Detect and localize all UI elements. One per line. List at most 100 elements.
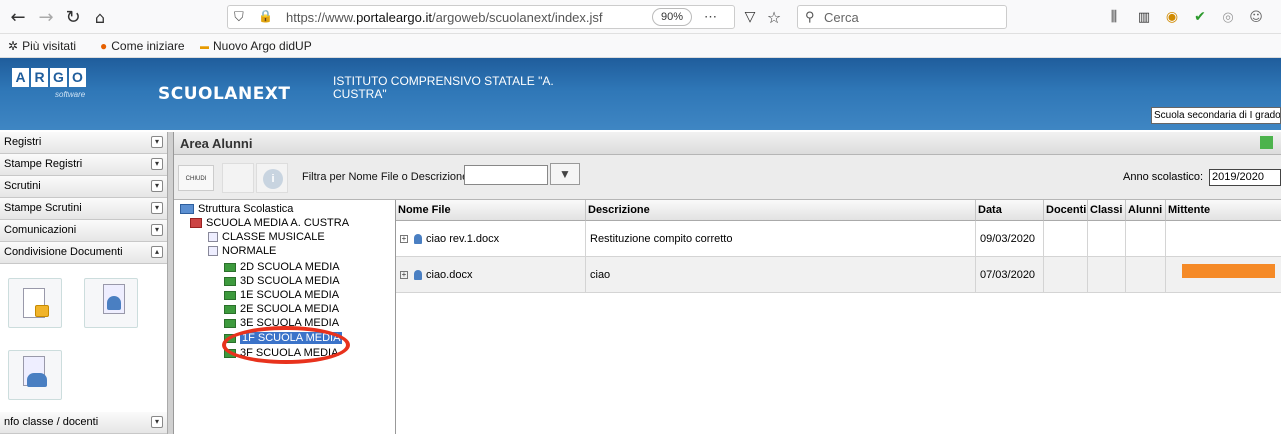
sidebar-item-registri[interactable]: Registri ▾ [0, 132, 167, 154]
highlight-circle [222, 326, 350, 364]
url-bar[interactable]: ⛉ 🔒 https://www.portaleargo.it/argoweb/s… [227, 5, 735, 29]
search-placeholder: Cerca [824, 10, 859, 25]
close-button[interactable]: CHIUDI [178, 165, 214, 191]
row-alunni [1126, 221, 1166, 257]
bookmark-piu-visitati[interactable]: ✲ Più visitati [8, 39, 76, 53]
addon-icon[interactable]: ◎ [1217, 5, 1239, 29]
tree-group-normale[interactable]: NORMALE [208, 245, 276, 257]
row-docenti [1044, 257, 1088, 293]
sender-redacted-bar [1182, 264, 1275, 278]
bookmark-come-iniziare[interactable]: ● Come iniziare [100, 39, 185, 53]
zoom-badge[interactable]: 90% [652, 8, 692, 26]
user-icon [414, 234, 422, 245]
sidebar-item-stampe-scrutini[interactable]: Stampe Scrutini ▾ [0, 198, 167, 220]
sidebar-item-scrutini[interactable]: Scrutini ▾ [0, 176, 167, 198]
class-documents-button[interactable] [8, 350, 62, 400]
user-icon [107, 296, 121, 310]
tree-root[interactable]: Struttura Scolastica [180, 203, 293, 215]
chevron-up-icon: ▴ [151, 246, 163, 258]
chevron-down-icon: ▾ [151, 202, 163, 214]
chevron-down-icon: ▾ [151, 416, 163, 428]
sidebar-item-comunicazioni[interactable]: Comunicazioni ▾ [0, 220, 167, 242]
row-alunni [1126, 257, 1166, 293]
filter-icon: ▼ [559, 167, 571, 181]
anno-select[interactable]: 2019/2020 [1209, 169, 1281, 186]
chevron-down-icon: ▾ [151, 136, 163, 148]
account-icon[interactable]: ☺ [1245, 5, 1267, 29]
home-button[interactable]: ⌂ [88, 5, 112, 29]
firefox-icon: ● [100, 39, 108, 53]
forward-button[interactable]: → [36, 5, 56, 29]
extension-icon[interactable]: ◉ [1161, 5, 1183, 29]
lock-icon [35, 305, 49, 317]
structure-icon [180, 204, 194, 214]
tree-school[interactable]: SCUOLA MEDIA A. CUSTRA [190, 217, 349, 229]
row-description: ciao [586, 257, 976, 293]
row-description: Restituzione compito corretto [586, 221, 976, 257]
tree-class-2e[interactable]: 2E SCUOLA MEDIA [224, 303, 339, 315]
lock-icon: 🔒 [258, 9, 273, 23]
tree-class-1e[interactable]: 1E SCUOLA MEDIA [224, 289, 339, 301]
row-mittente [1166, 221, 1281, 257]
class-icon [224, 290, 236, 300]
bookmarks-bar: ✲ Più visitati ● Come iniziare ▬ Nuovo Argo… [0, 34, 1281, 58]
sidebar-icon[interactable]: ▥ [1133, 5, 1155, 29]
pocket-icon[interactable]: ▽ [740, 5, 760, 29]
col-classi[interactable]: Classi [1088, 200, 1126, 221]
filter-button[interactable]: ▼ [550, 163, 580, 185]
group-icon [208, 232, 218, 242]
tree-class-2d[interactable]: 2D SCUOLA MEDIA [224, 261, 340, 273]
maximize-icon[interactable] [1260, 136, 1273, 149]
filter-input[interactable] [464, 165, 548, 185]
reload-button[interactable]: ↻ [62, 5, 84, 29]
anno-label: Anno scolastico: [1123, 171, 1204, 183]
library-icon[interactable]: ⫼ [1103, 5, 1125, 29]
back-button[interactable]: ← [6, 5, 30, 29]
gear-icon: ✲ [8, 39, 19, 53]
bookmark-nuovo-argo[interactable]: ▬ Nuovo Argo didUP [200, 39, 312, 53]
sidebar-item-condivisione-documenti[interactable]: Condivisione Documenti ▴ [0, 242, 167, 264]
more-icon[interactable]: ⋯ [704, 9, 717, 25]
table-row[interactable]: + ciao.docx [396, 257, 586, 293]
chevron-down-icon: ▾ [151, 180, 163, 192]
table-row[interactable]: + ciao rev.1.docx [396, 221, 586, 257]
chevron-down-icon: ▾ [151, 224, 163, 236]
col-descrizione[interactable]: Descrizione [586, 200, 976, 221]
sidebar-item-info-classe[interactable]: nfo classe / docenti ▾ [0, 412, 167, 434]
row-classi [1088, 257, 1126, 293]
browser-toolbar: ← → ↻ ⌂ ⛉ 🔒 https://www.portaleargo.it/a… [0, 0, 1281, 34]
col-docenti[interactable]: Docenti [1044, 200, 1088, 221]
sidebar-item-stampe-registri[interactable]: Stampe Registri ▾ [0, 154, 167, 176]
row-date: 09/03/2020 [976, 221, 1044, 257]
col-mittente[interactable]: Mittente [1166, 200, 1281, 221]
app-header: A R G O software SCUOLANEXT ISTITUTO COM… [0, 58, 1281, 130]
locked-documents-button[interactable] [8, 278, 62, 328]
users-icon [27, 373, 47, 387]
argo-logo: A R G O [12, 68, 86, 87]
check-extension-icon[interactable]: ✔ [1189, 5, 1211, 29]
tree-group-musicale[interactable]: CLASSE MUSICALE [208, 231, 325, 243]
tree-class-3d[interactable]: 3D SCUOLA MEDIA [224, 275, 340, 287]
filter-label: Filtra per Nome File o Descrizione: [302, 171, 472, 183]
expand-icon[interactable]: + [400, 271, 408, 280]
row-classi [1088, 221, 1126, 257]
school-type-select[interactable]: Scuola secondaria di I grado [1151, 107, 1281, 124]
school-name: ISTITUTO COMPRENSIVO STATALE "A. CUSTRA" [333, 74, 554, 101]
shield-icon: ⛉ [234, 9, 244, 24]
documents-table: Nome File Descrizione Data Docenti Class… [396, 200, 1281, 434]
group-icon [208, 246, 218, 256]
search-icon: ⚲ [805, 9, 815, 24]
info-button[interactable]: i [256, 163, 288, 193]
col-data[interactable]: Data [976, 200, 1044, 221]
col-alunni[interactable]: Alunni [1126, 200, 1166, 221]
search-input[interactable]: ⚲ Cerca [797, 5, 1007, 29]
row-date: 07/03/2020 [976, 257, 1044, 293]
disabled-action-button[interactable] [222, 163, 254, 193]
argo-bookmark-icon: ▬ [200, 41, 209, 51]
col-nome-file[interactable]: Nome File [396, 200, 586, 221]
student-documents-button[interactable] [84, 278, 138, 328]
expand-icon[interactable]: + [400, 235, 408, 244]
class-icon [224, 318, 236, 328]
chevron-down-icon: ▾ [151, 158, 163, 170]
star-icon[interactable]: ☆ [764, 5, 784, 29]
